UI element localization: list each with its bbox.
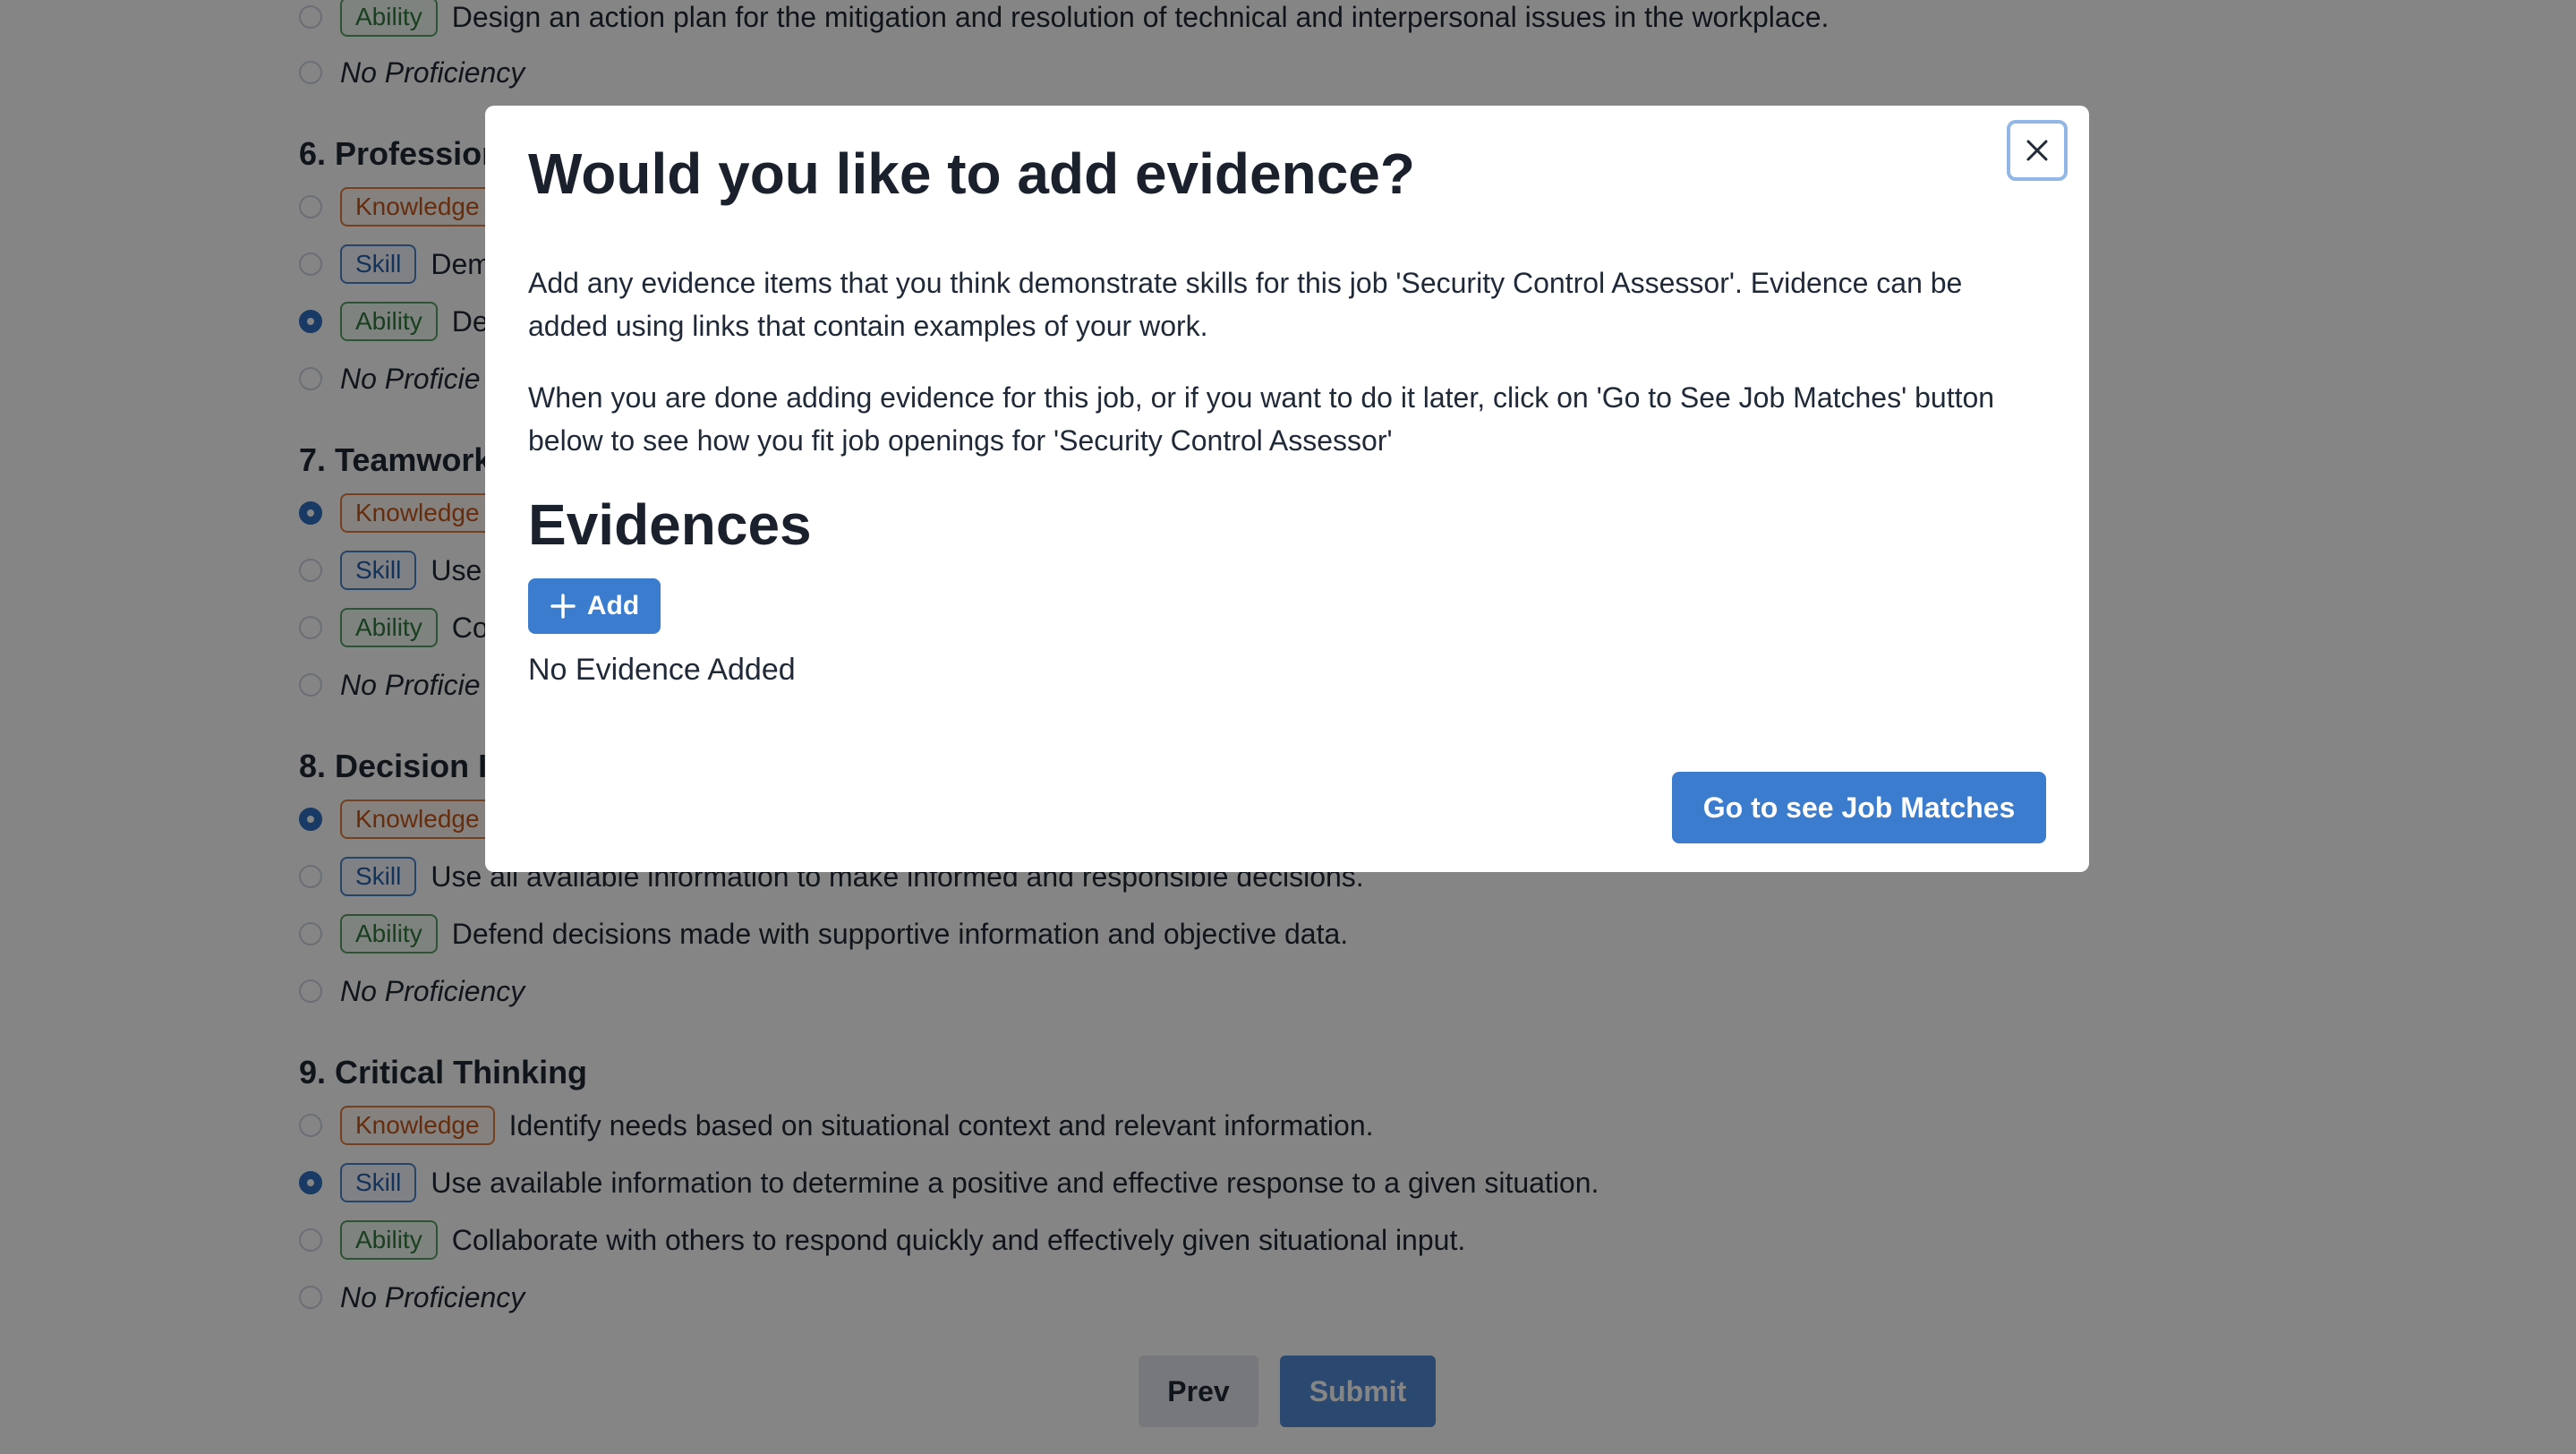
modal-title: Would you like to add evidence? [528, 141, 1415, 206]
modal-description: Add any evidence items that you think de… [528, 267, 1963, 342]
empty-evidence-text: No Evidence Added [528, 653, 796, 687]
close-icon [2026, 140, 2048, 161]
add-evidence-button[interactable]: Add [528, 578, 661, 634]
go-to-job-matches-button[interactable]: Go to see Job Matches [1672, 772, 2046, 843]
add-evidence-modal: Would you like to add evidence? Add any … [485, 106, 2089, 872]
close-button[interactable] [2007, 120, 2068, 181]
add-button-label: Add [586, 591, 640, 620]
evidences-heading: Evidences [528, 492, 812, 557]
plus-icon [550, 594, 576, 619]
modal-instructions: When you are done adding evidence for th… [528, 381, 1995, 457]
